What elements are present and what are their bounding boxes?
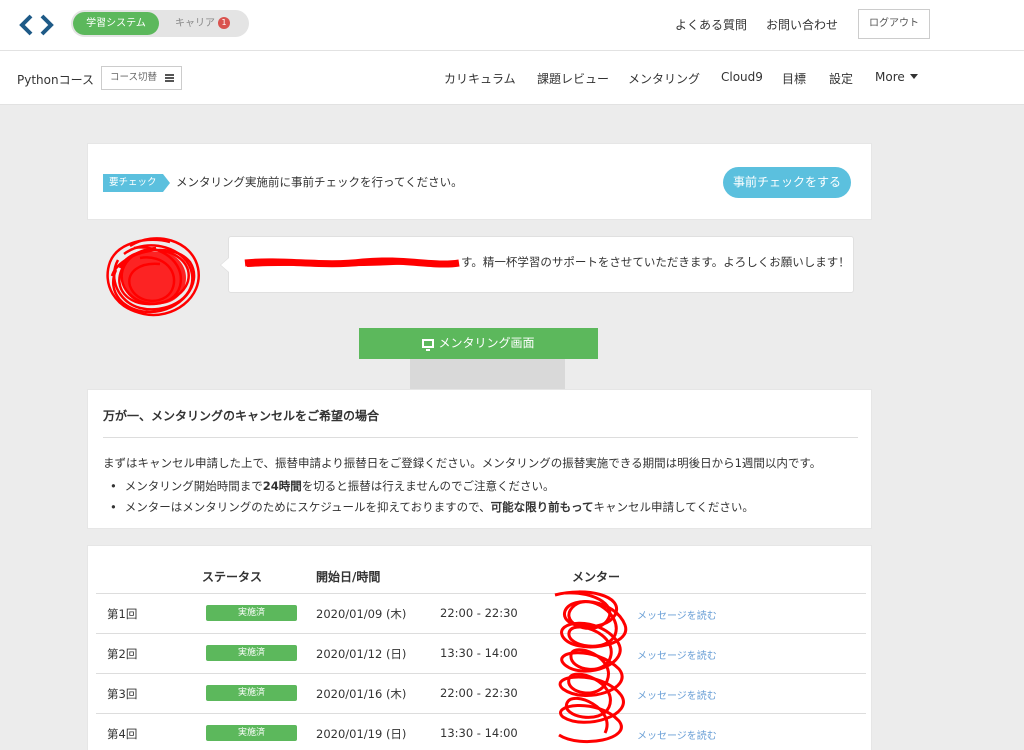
session-number: 第1回 (107, 607, 138, 621)
system-switch: 学習システム キャリア 1 (71, 10, 249, 37)
mentor-header: メンター (572, 570, 621, 584)
contact-link[interactable]: お問い合わせ (766, 16, 838, 33)
notification-badge: 1 (218, 17, 230, 29)
redacted-mentor-names (554, 590, 628, 744)
session-row: 第1回 実施済 2020/01/09 (木) 22:00 - 22:30 メッセ… (96, 593, 866, 633)
mentor-message-bubble: す。精一杯学習のサポートをさせていただきます。よろしくお願いします！ (220, 236, 854, 293)
learning-system-tab[interactable]: 学習システム (73, 12, 159, 35)
read-message-link[interactable]: メッセージを読む (637, 647, 717, 662)
cancel-info-card: 万が一、メンタリングのキャンセルをご希望の場合 まずはキャンセル申請した上で、振… (87, 389, 872, 529)
cancel-note-2: メンターはメンタリングのためにスケジュールを抑えておりますので、可能な限り前もっ… (110, 499, 754, 520)
note-text: を切ると振替は行えませんのでご注意ください。 (301, 479, 555, 493)
faq-link[interactable]: よくある質問 (675, 16, 747, 33)
redacted-text-mark (244, 257, 460, 268)
nav-more-dropdown[interactable]: More (875, 70, 918, 84)
course-switch-button[interactable]: コース切替 (101, 66, 182, 90)
status-badge: 実施済 (206, 685, 297, 701)
mentoring-screen-button[interactable]: メンタリング画面 (359, 328, 598, 359)
mentor-message-text: す。精一杯学習のサポートをさせていただきます。よろしくお願いします！ (461, 255, 850, 269)
session-row: 第2回 実施済 2020/01/12 (日) 13:30 - 14:00 メッセ… (96, 633, 866, 673)
session-date: 2020/01/12 (日) (316, 647, 407, 661)
session-time: 13:30 - 14:00 (440, 726, 518, 740)
nav-curriculum[interactable]: カリキュラム (444, 70, 516, 87)
session-time: 13:30 - 14:00 (440, 646, 518, 660)
mentoring-screen-label: メンタリング画面 (438, 336, 535, 350)
logo-icon[interactable] (18, 12, 56, 38)
session-row: 第3回 実施済 2020/01/16 (木) 22:00 - 22:30 メッセ… (96, 673, 866, 713)
course-nav: Pythonコース コース切替 カリキュラム 課題レビュー メンタリング Clo… (0, 51, 1024, 105)
mentor-avatar (106, 237, 200, 317)
session-number: 第4回 (107, 727, 138, 741)
session-date: 2020/01/09 (木) (316, 607, 407, 621)
status-badge: 実施済 (206, 725, 297, 741)
precheck-card: 要チェック メンタリング実施前に事前チェックを行ってください。 事前チェックをす… (87, 143, 872, 220)
divider (103, 437, 858, 438)
cancel-note-1: メンタリング開始時間まで24時間を切ると振替は行えませんのでご注意ください。 (110, 478, 754, 499)
monitor-icon (422, 339, 435, 351)
precheck-button[interactable]: 事前チェックをする (723, 167, 851, 198)
top-bar: 学習システム キャリア 1 よくある質問 お問い合わせ ログアウト (0, 0, 1024, 51)
cancel-notes: メンタリング開始時間まで24時間を切ると振替は行えませんのでご注意ください。 メ… (110, 478, 754, 520)
precheck-message: メンタリング実施前に事前チェックを行ってください。 (176, 175, 463, 189)
note-text: メンターはメンタリングのためにスケジュールを抑えておりますので、 (124, 500, 491, 514)
session-number: 第2回 (107, 647, 138, 661)
course-name: Pythonコース (17, 73, 94, 87)
read-message-link[interactable]: メッセージを読む (637, 607, 717, 622)
list-icon (165, 74, 174, 82)
note-bold: 24時間 (262, 479, 302, 493)
nav-settings[interactable]: 設定 (829, 70, 853, 87)
session-time: 22:00 - 22:30 (440, 686, 518, 700)
session-time: 22:00 - 22:30 (440, 606, 518, 620)
career-tab-label: キャリア (175, 18, 215, 29)
sessions-table: ステータス 開始日/時間 メンター 第1回 実施済 2020/01/09 (木)… (87, 545, 872, 750)
read-message-link[interactable]: メッセージを読む (637, 687, 717, 702)
session-row: 第4回 実施済 2020/01/19 (日) 13:30 - 14:00 メッセ… (96, 713, 866, 750)
cancel-title: 万が一、メンタリングのキャンセルをご希望の場合 (103, 409, 380, 423)
career-tab[interactable]: キャリア 1 (175, 10, 230, 37)
note-bold: 可能な限り前もって (490, 500, 594, 514)
note-text: キャンセル申請してください。 (593, 500, 754, 514)
nav-mentoring[interactable]: メンタリング (628, 70, 700, 87)
nav-goals[interactable]: 目標 (782, 70, 806, 87)
nav-cloud9[interactable]: Cloud9 (721, 70, 763, 84)
session-date: 2020/01/19 (日) (316, 727, 407, 741)
status-header: ステータス (202, 570, 263, 584)
status-badge: 実施済 (206, 645, 297, 661)
course-switch-label: コース切替 (110, 72, 158, 83)
caret-down-icon (909, 74, 918, 79)
status-badge: 実施済 (206, 605, 297, 621)
cancel-body: まずはキャンセル申請した上で、振替申請より振替日をご登録ください。メンタリングの… (103, 456, 822, 470)
required-check-tag: 要チェック (103, 174, 169, 192)
session-date: 2020/01/16 (木) (316, 687, 407, 701)
logout-button[interactable]: ログアウト (858, 9, 930, 39)
read-message-link[interactable]: メッセージを読む (637, 727, 717, 742)
session-number: 第3回 (107, 687, 138, 701)
datetime-header: 開始日/時間 (316, 570, 381, 584)
nav-more-label: More (875, 70, 905, 84)
nav-assignment-review[interactable]: 課題レビュー (537, 70, 609, 87)
note-text: メンタリング開始時間まで (124, 479, 263, 493)
